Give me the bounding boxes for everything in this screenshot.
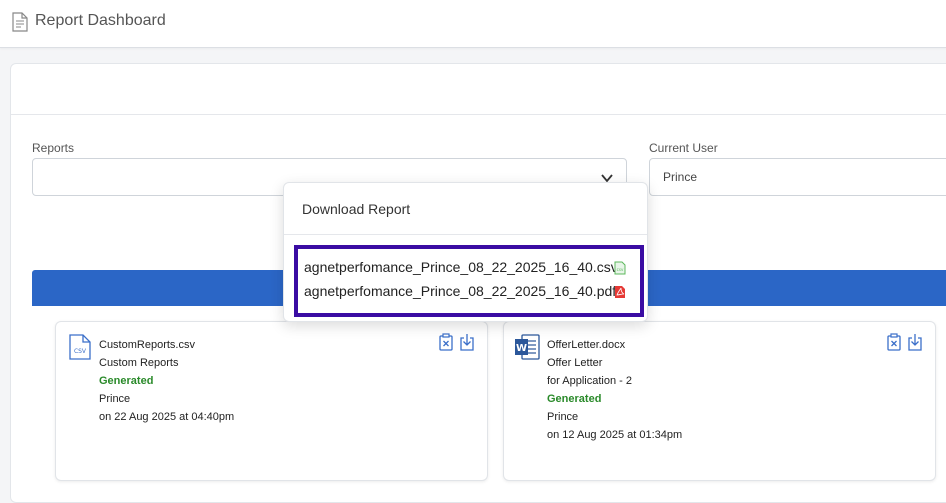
csv-file-icon: CSV: [69, 334, 91, 360]
reports-label: Reports: [32, 141, 75, 155]
svg-text:CSV: CSV: [74, 348, 87, 355]
report-document-icon: [12, 12, 28, 32]
card-filename: OfferLetter.docx: [547, 339, 626, 351]
menu-divider: [284, 234, 647, 235]
card-report-name: Offer Letter: [547, 357, 603, 369]
report-card: CSV CustomReports.csv Custom Reports Gen…: [55, 321, 488, 481]
download-icon[interactable]: [459, 333, 475, 351]
svg-text:csv: csv: [617, 267, 624, 272]
card-user: Prince: [547, 411, 579, 423]
download-menu-title: Download Report: [302, 201, 411, 217]
page-title: Report Dashboard: [35, 12, 166, 29]
current-user-label: Current User: [649, 141, 718, 155]
card-user: Prince: [99, 393, 131, 405]
status-badge: Generated: [547, 393, 602, 405]
card-extra: for Application - 2: [547, 375, 632, 387]
top-bar: Report Dashboard: [0, 0, 946, 48]
delete-report-icon[interactable]: [438, 333, 454, 351]
pdf-file-icon: [615, 286, 625, 298]
download-icon[interactable]: [907, 333, 923, 351]
download-report-menu: Download Report agnetperfomance_Prince_0…: [283, 182, 648, 322]
highlight-box: [294, 245, 644, 317]
delete-report-icon[interactable]: [886, 333, 902, 351]
card-date: on 12 Aug 2025 at 01:34pm: [547, 429, 683, 441]
svg-text:W: W: [516, 343, 527, 354]
status-badge: Generated: [99, 375, 154, 387]
panel-divider: [11, 114, 946, 115]
csv-file-icon: csv: [614, 261, 626, 275]
card-date: on 22 Aug 2025 at 04:40pm: [99, 411, 235, 423]
current-user-field[interactable]: Prince: [649, 158, 946, 196]
download-item-csv[interactable]: agnetperfomance_Prince_08_22_2025_16_40.…: [304, 259, 618, 275]
card-filename: CustomReports.csv: [99, 339, 195, 351]
word-file-icon: W: [515, 334, 540, 360]
card-report-name: Custom Reports: [99, 357, 179, 369]
report-card: W OfferLetter.docx Offer Letter for Appl…: [503, 321, 936, 481]
download-item-pdf[interactable]: agnetperfomance_Prince_08_22_2025_16_40.…: [304, 283, 616, 299]
